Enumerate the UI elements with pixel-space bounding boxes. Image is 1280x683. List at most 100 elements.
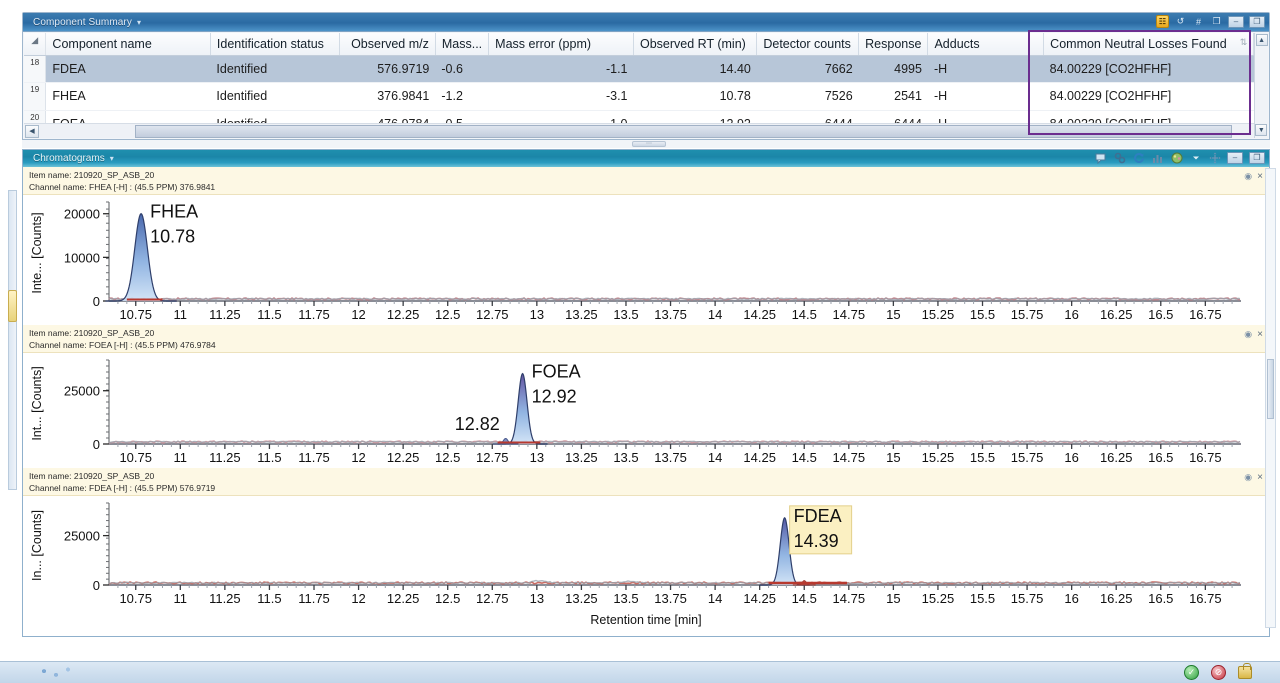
table-row[interactable]: 18 FDEA Identified 576.9719 -0.6 -1.1 14… xyxy=(24,55,1254,83)
column-header-rowno[interactable]: ◢ xyxy=(24,33,47,56)
cell-mass: -1.2 xyxy=(435,82,489,111)
hash-icon[interactable]: # xyxy=(1192,15,1205,28)
svg-text:12.75: 12.75 xyxy=(476,307,509,322)
svg-text:12.25: 12.25 xyxy=(387,307,420,322)
minimize-button[interactable]: – xyxy=(1228,15,1244,28)
column-header-neutral-losses[interactable]: Common Neutral Losses Found ⇅ xyxy=(1043,33,1255,56)
svg-text:12.82: 12.82 xyxy=(455,414,500,434)
pin-icon[interactable]: ☷ xyxy=(1156,15,1169,28)
plot-3-channel-name: Channel name: FDEA [-H] : (45.5 PPM) 576… xyxy=(29,483,216,493)
right-scrollbar-thumb[interactable] xyxy=(1267,359,1274,419)
chromatograms-caret-icon[interactable]: ▾ xyxy=(110,154,114,163)
column-header-neutral-losses-label: Common Neutral Losses Found xyxy=(1050,36,1227,51)
right-scrollbar[interactable] xyxy=(1265,168,1276,628)
column-header-detector-counts[interactable]: Detector counts xyxy=(756,33,860,56)
bar-chart-icon[interactable] xyxy=(1151,151,1164,164)
svg-text:FHEA: FHEA xyxy=(150,202,198,222)
plot-settings-icon[interactable]: ◉ xyxy=(1244,472,1252,483)
panel-splitter[interactable]: ⋯ xyxy=(22,140,1270,148)
status-ok-icon[interactable]: ✓ xyxy=(1184,665,1199,680)
x-axis-title: Retention time [min] xyxy=(590,613,702,627)
svg-text:11.75: 11.75 xyxy=(298,307,330,322)
svg-text:13.5: 13.5 xyxy=(613,591,638,606)
svg-text:12.25: 12.25 xyxy=(387,450,420,465)
refresh-icon[interactable] xyxy=(1132,151,1145,164)
restore-button[interactable]: ❐ xyxy=(1249,15,1265,28)
chromatograms-toolbar: – ❐ xyxy=(1094,151,1265,164)
column-header-identification-status[interactable]: Identification status xyxy=(210,33,340,56)
hscroll-thumb[interactable] xyxy=(135,124,1232,138)
plot-2-area[interactable]: 0 25000 Int... [Counts] 10.75 11 11.25 11.5 11.… xyxy=(23,353,1269,468)
close-icon[interactable]: × xyxy=(1257,171,1263,182)
chromatograms-restore-button[interactable]: ❐ xyxy=(1249,151,1265,164)
svg-text:14.75: 14.75 xyxy=(833,307,866,322)
table-horizontal-scrollbar[interactable]: ◀ xyxy=(24,123,1254,138)
left-dock-tab[interactable] xyxy=(8,290,17,322)
chromatogram-plot-1: Item name: 210920_SP_ASB_20 Channel name… xyxy=(23,167,1269,325)
status-blocked-icon[interactable]: ⊘ xyxy=(1211,665,1226,680)
close-icon[interactable]: × xyxy=(1257,329,1263,340)
svg-text:12: 12 xyxy=(351,450,365,465)
sort-indicator-icon[interactable]: ⇅ xyxy=(1236,37,1248,48)
plot-3-item-name: Item name: 210920_SP_ASB_20 xyxy=(29,471,155,481)
close-icon[interactable]: × xyxy=(1257,472,1263,483)
svg-text:11.75: 11.75 xyxy=(298,591,330,606)
table-row[interactable]: 19 FHEA Identified 376.9841 -1.2 -3.1 10… xyxy=(24,82,1254,111)
svg-text:14.75: 14.75 xyxy=(833,450,866,465)
svg-text:16: 16 xyxy=(1064,450,1078,465)
svg-text:16.75: 16.75 xyxy=(1189,307,1222,322)
plot-1-svg: 0 10000 20000 Inte... [Counts] 10.75 11 11.25 1… xyxy=(30,201,1241,322)
status-icons: ✓ ⊘ xyxy=(1184,663,1280,680)
chromatogram-plot-3: Item name: 210920_SP_ASB_20 Channel name… xyxy=(23,468,1269,627)
column-header-response[interactable]: Response xyxy=(858,33,929,56)
svg-text:15: 15 xyxy=(886,591,900,606)
plot-3-area[interactable]: 0 25000 In... [Counts] 10.75 11 11.25 11.5 11.7… xyxy=(23,496,1269,611)
cell-adducts: -H xyxy=(927,82,1044,111)
chevron-down-icon[interactable] xyxy=(1189,151,1202,164)
palette-icon[interactable] xyxy=(1170,151,1183,164)
row-number: 18 xyxy=(24,55,47,83)
svg-text:0: 0 xyxy=(93,578,100,593)
svg-text:14.25: 14.25 xyxy=(743,450,776,465)
table-vertical-scrollbar[interactable]: ▲ ▼ xyxy=(1254,33,1268,138)
plot-settings-icon[interactable]: ◉ xyxy=(1244,329,1252,340)
splitter-grip[interactable]: ⋯ xyxy=(632,141,666,147)
scroll-up-icon[interactable]: ▲ xyxy=(1255,34,1268,46)
scroll-left-icon[interactable]: ◀ xyxy=(25,124,39,138)
plot-1-area[interactable]: 0 10000 20000 Inte... [Counts] 10.75 11 11.25 1… xyxy=(23,195,1269,325)
cell-response: 4995 xyxy=(858,55,928,83)
plot-settings-icon[interactable]: ◉ xyxy=(1244,171,1252,182)
scroll-down-icon[interactable]: ▼ xyxy=(1255,124,1268,136)
svg-text:14.5: 14.5 xyxy=(792,591,817,606)
column-header-observed-mz[interactable]: Observed m/z xyxy=(339,33,436,56)
column-header-mass[interactable]: Mass... xyxy=(435,33,490,56)
svg-text:15.75: 15.75 xyxy=(1011,307,1044,322)
reset-icon[interactable]: ↺ xyxy=(1174,15,1187,28)
hscroll-track[interactable] xyxy=(39,124,1254,138)
link-icon[interactable] xyxy=(1113,151,1126,164)
column-header-mass-error[interactable]: Mass error (ppm) xyxy=(488,33,634,56)
svg-text:Int... [Counts]: Int... [Counts] xyxy=(30,366,44,440)
plot-3-svg: 0 25000 In... [Counts] 10.75 11 11.25 11.5 11.7… xyxy=(30,502,1241,606)
svg-text:12.5: 12.5 xyxy=(435,450,460,465)
column-header-observed-rt[interactable]: Observed RT (min) xyxy=(633,33,758,56)
svg-text:15.75: 15.75 xyxy=(1011,450,1044,465)
chromatograms-minimize-button[interactable]: – xyxy=(1227,151,1243,164)
component-summary-caret-icon[interactable]: ▾ xyxy=(137,18,141,27)
svg-text:15: 15 xyxy=(886,450,900,465)
move-icon[interactable] xyxy=(1208,151,1221,164)
svg-text:14.5: 14.5 xyxy=(792,450,817,465)
chromatograms-title: Chromatograms xyxy=(33,153,105,164)
column-header-component-name[interactable]: Component name xyxy=(45,33,211,56)
cell-neutral-losses: 84.00229 [CO2HFHF] xyxy=(1043,55,1254,83)
cell-response: 2541 xyxy=(858,82,928,111)
svg-text:12.75: 12.75 xyxy=(476,591,509,606)
svg-text:10.75: 10.75 xyxy=(119,450,152,465)
left-dock-rail[interactable] xyxy=(8,190,17,490)
status-lock-icon[interactable] xyxy=(1238,663,1252,679)
svg-text:20000: 20000 xyxy=(64,207,100,222)
column-header-adducts[interactable]: Adducts xyxy=(927,33,1045,56)
copy-icon[interactable]: ❐ xyxy=(1210,15,1223,28)
annotation-icon[interactable] xyxy=(1094,151,1107,164)
svg-text:13.5: 13.5 xyxy=(613,450,638,465)
